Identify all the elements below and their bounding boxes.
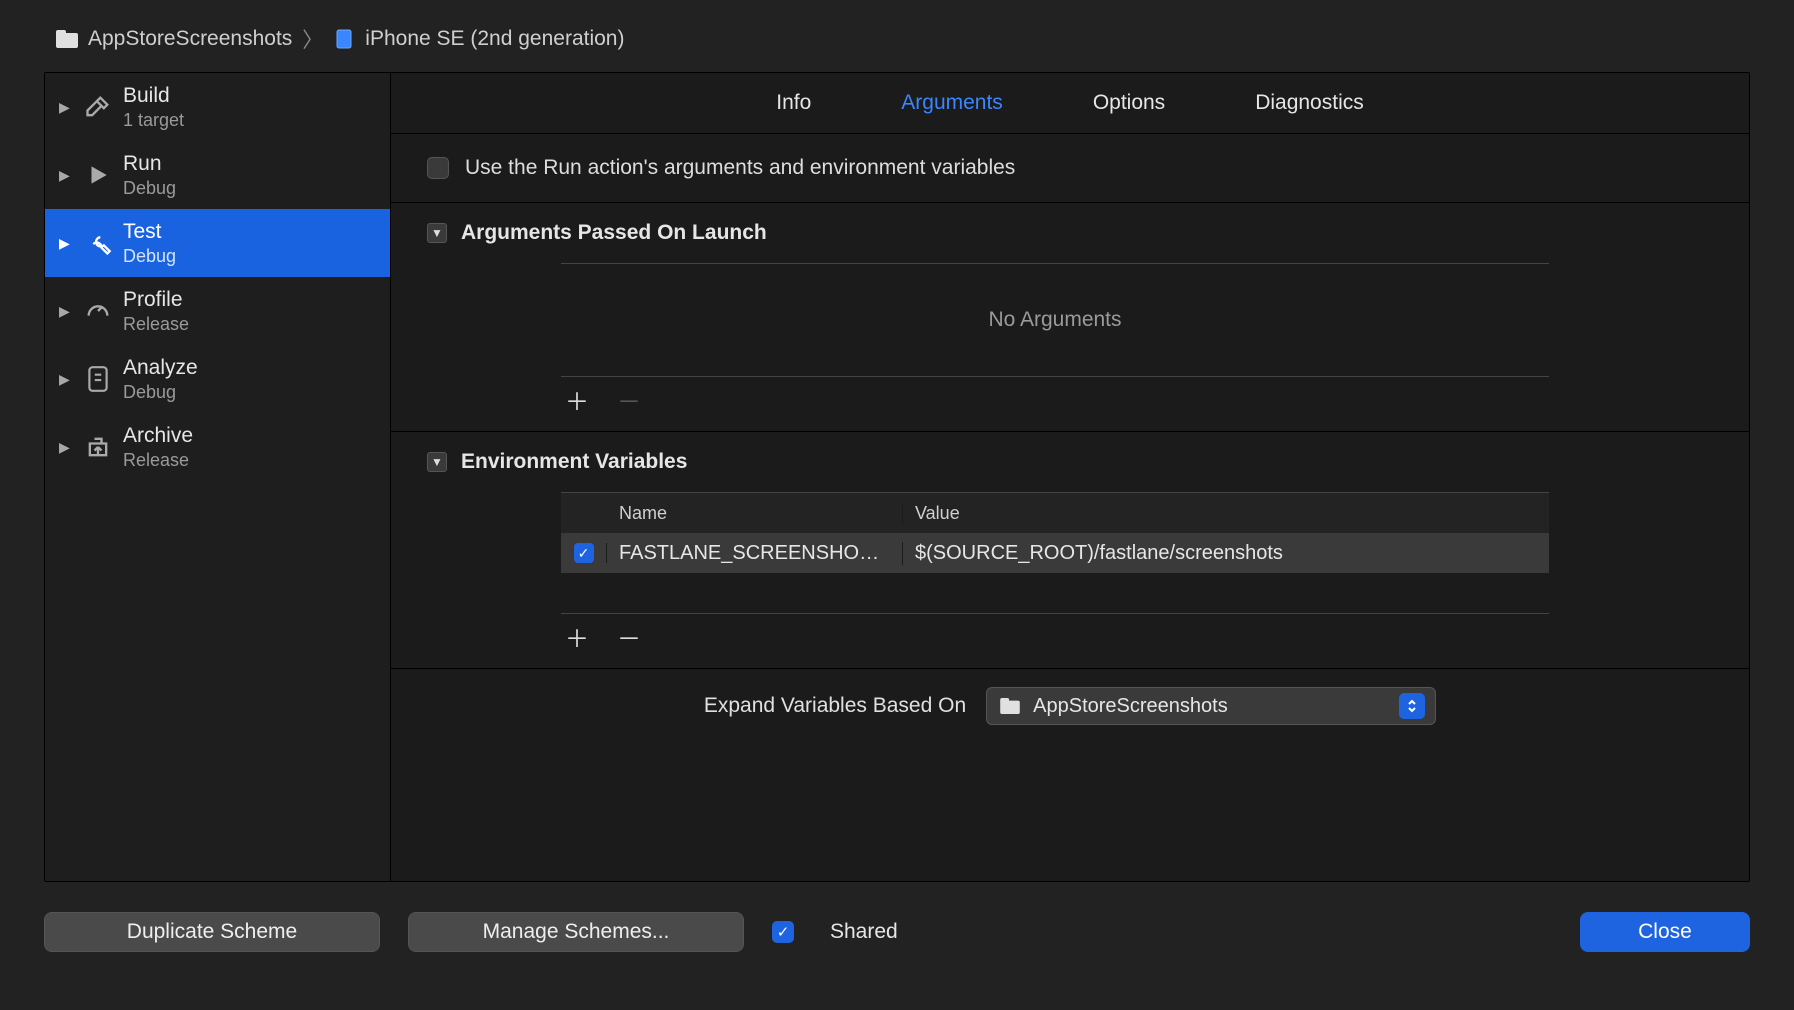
manage-schemes-button[interactable]: Manage Schemes...	[408, 912, 744, 952]
env-section: ▼ Environment Variables Name Value ✓ FAS…	[391, 432, 1749, 669]
tab-options[interactable]: Options	[1093, 91, 1165, 115]
tab-arguments[interactable]: Arguments	[901, 91, 1003, 115]
disclosure-icon: ▶	[59, 439, 73, 456]
sidebar-item-subtitle: Release	[123, 449, 193, 472]
remove-env-button[interactable]: －	[617, 624, 641, 648]
sidebar-item-run[interactable]: ▶ Run Debug	[45, 141, 390, 209]
sidebar-item-subtitle: Release	[123, 313, 189, 336]
remove-argument-button[interactable]: －	[617, 387, 641, 411]
sidebar-item-subtitle: Debug	[123, 381, 198, 404]
expand-label: Expand Variables Based On	[704, 694, 966, 718]
arguments-section: ▼ Arguments Passed On Launch No Argument…	[391, 203, 1749, 432]
disclosure-icon: ▶	[59, 167, 73, 184]
sidebar-item-analyze[interactable]: ▶ Analyze Debug	[45, 345, 390, 413]
env-table-row[interactable]: ✓ FASTLANE_SCREENSHO… $(SOURCE_ROOT)/fas…	[561, 533, 1549, 573]
env-row-value[interactable]: $(SOURCE_ROOT)/fastlane/screenshots	[903, 542, 1549, 565]
sidebar-item-archive[interactable]: ▶ Archive Release	[45, 413, 390, 481]
sidebar-item-title: Build	[123, 83, 184, 109]
disclosure-down-icon[interactable]: ▼	[427, 223, 447, 243]
content-panel: Info Arguments Options Diagnostics Use t…	[391, 73, 1749, 881]
env-section-header[interactable]: ▼ Environment Variables	[391, 432, 1749, 492]
analyze-icon	[83, 364, 113, 394]
sidebar-item-test[interactable]: ▶ Test Debug	[45, 209, 390, 277]
arguments-section-title: Arguments Passed On Launch	[461, 221, 767, 245]
sidebar-item-title: Archive	[123, 423, 193, 449]
shared-checkbox[interactable]: ✓	[772, 921, 794, 943]
arguments-section-header[interactable]: ▼ Arguments Passed On Launch	[391, 203, 1749, 263]
env-table-header: Name Value	[561, 493, 1549, 533]
breadcrumb[interactable]: AppStoreScreenshots 〉 iPhone SE (2nd gen…	[0, 0, 1794, 72]
sidebar-item-subtitle: 1 target	[123, 109, 184, 132]
breadcrumb-device[interactable]: iPhone SE (2nd generation)	[365, 27, 624, 51]
chevron-up-down-icon	[1399, 693, 1425, 719]
tab-info[interactable]: Info	[776, 91, 811, 115]
sidebar-item-title: Profile	[123, 287, 189, 313]
device-icon	[333, 30, 355, 48]
sidebar-item-title: Run	[123, 151, 176, 177]
arguments-empty-text: No Arguments	[561, 263, 1549, 377]
disclosure-down-icon[interactable]: ▼	[427, 452, 447, 472]
gauge-icon	[83, 296, 113, 326]
hammer-icon	[83, 92, 113, 122]
play-icon	[83, 160, 113, 190]
expand-row: Expand Variables Based On AppStoreScreen…	[391, 669, 1749, 743]
disclosure-icon: ▶	[59, 235, 73, 252]
sidebar: ▶ Build 1 target ▶ Run Debug	[45, 73, 391, 881]
sidebar-item-build[interactable]: ▶ Build 1 target	[45, 73, 390, 141]
footer: Duplicate Scheme Manage Schemes... ✓ Sha…	[0, 882, 1794, 982]
tab-diagnostics[interactable]: Diagnostics	[1255, 91, 1364, 115]
tab-bar: Info Arguments Options Diagnostics	[391, 73, 1749, 134]
env-header-value[interactable]: Value	[903, 503, 1549, 524]
disclosure-icon: ▶	[59, 371, 73, 388]
add-env-button[interactable]: ＋	[565, 624, 589, 648]
scheme-editor-window: AppStoreScreenshots 〉 iPhone SE (2nd gen…	[0, 0, 1794, 1010]
expand-select[interactable]: AppStoreScreenshots	[986, 687, 1436, 725]
close-button[interactable]: Close	[1580, 912, 1750, 952]
env-table: Name Value ✓ FASTLANE_SCREENSHO… $(SOURC…	[561, 492, 1549, 573]
breadcrumb-project[interactable]: AppStoreScreenshots	[88, 27, 292, 51]
duplicate-scheme-button[interactable]: Duplicate Scheme	[44, 912, 380, 952]
sidebar-item-title: Analyze	[123, 355, 198, 381]
sidebar-item-title: Test	[123, 219, 176, 245]
disclosure-icon: ▶	[59, 303, 73, 320]
sidebar-item-subtitle: Debug	[123, 245, 176, 268]
expand-select-value: AppStoreScreenshots	[1033, 695, 1387, 718]
sidebar-item-profile[interactable]: ▶ Profile Release	[45, 277, 390, 345]
use-run-args-label: Use the Run action's arguments and envir…	[465, 156, 1015, 180]
project-icon	[999, 697, 1021, 715]
use-run-args-checkbox[interactable]	[427, 157, 449, 179]
disclosure-icon: ▶	[59, 99, 73, 116]
main-area: ▶ Build 1 target ▶ Run Debug	[44, 72, 1750, 882]
env-section-title: Environment Variables	[461, 450, 687, 474]
use-run-args-row: Use the Run action's arguments and envir…	[391, 134, 1749, 203]
sidebar-item-subtitle: Debug	[123, 177, 176, 200]
project-icon	[56, 30, 78, 48]
shared-label: Shared	[830, 920, 898, 944]
wrench-icon	[83, 228, 113, 258]
archive-icon	[83, 432, 113, 462]
env-row-checkbox[interactable]: ✓	[574, 543, 594, 563]
env-row-name[interactable]: FASTLANE_SCREENSHO…	[607, 542, 903, 565]
breadcrumb-separator: 〉	[302, 24, 323, 54]
env-header-name[interactable]: Name	[607, 503, 903, 524]
add-argument-button[interactable]: ＋	[565, 387, 589, 411]
